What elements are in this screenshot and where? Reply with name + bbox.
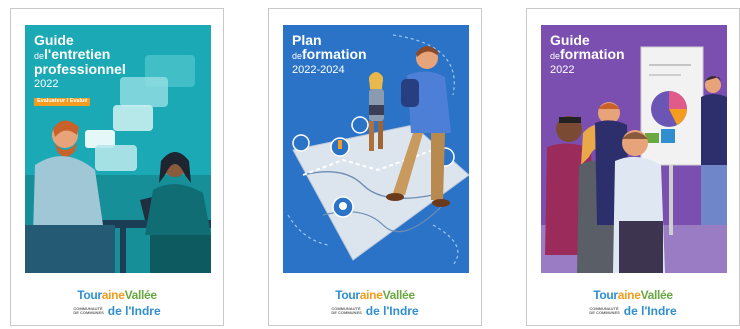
cover-title-line1: Guide [550, 32, 590, 48]
logo-text-indre: de l'Indre [365, 304, 419, 318]
logo-text-aine: aine [359, 288, 383, 302]
cover-year: 2022-2024 [292, 63, 345, 76]
logo-text-vallee: Vallée [124, 288, 158, 302]
cover-year: 2022 [34, 77, 59, 90]
logo-text-tour: Tour [593, 288, 618, 302]
cover-image-entretien[interactable]: Guide del'entretien professionnel 2022 E… [25, 25, 211, 273]
logo-subtitle: COMMUNAUTÉ DE COMMUNES [73, 306, 104, 315]
cover-title-de: de [34, 51, 45, 62]
cover-tag: Evaluateur / Evalué [34, 98, 91, 106]
cover-title-block: Guide del'entretien professionnel 2022 E… [34, 33, 126, 106]
cover-title-line2: formation [302, 46, 367, 63]
cover-card-entretien[interactable]: Guide del'entretien professionnel 2022 E… [10, 8, 224, 326]
cover-title-line3: professionnel [34, 60, 126, 77]
logo-text-vallee: Vallée [640, 288, 674, 302]
cover-card-guide-formation[interactable]: Guide deformation 2022 TouraineVallée CO… [526, 8, 740, 326]
logo-text-aine: aine [101, 288, 125, 302]
cover-title-block: Plan deformation 2022-2024 [292, 33, 367, 76]
logo-text-vallee: Vallée [382, 288, 416, 302]
logo-text-indre: de l'Indre [623, 304, 677, 318]
logo-touraine-vallee: TouraineVallée COMMUNAUTÉ DE COMMUNES de … [269, 286, 481, 318]
logo-subtitle: COMMUNAUTÉ DE COMMUNES [331, 306, 362, 315]
cover-image-guide-formation[interactable]: Guide deformation 2022 [541, 25, 727, 273]
cover-title-line1: Guide [34, 32, 74, 48]
logo-subtitle: COMMUNAUTÉ DE COMMUNES [589, 306, 620, 315]
cover-title-line2: l'entretien [44, 46, 111, 63]
cover-year: 2022 [550, 63, 575, 76]
cover-card-plan-formation[interactable]: Plan deformation 2022-2024 TouraineVallé… [268, 8, 482, 326]
cover-title-line1: Plan [292, 32, 322, 48]
cover-title-line2: formation [560, 46, 625, 63]
logo-text-indre: de l'Indre [107, 304, 161, 318]
logo-touraine-vallee: TouraineVallée COMMUNAUTÉ DE COMMUNES de … [11, 286, 223, 318]
cover-title-de: de [292, 51, 303, 62]
logo-text-tour: Tour [335, 288, 360, 302]
cover-title-block: Guide deformation 2022 [550, 33, 625, 76]
logo-touraine-vallee: TouraineVallée COMMUNAUTÉ DE COMMUNES de … [527, 286, 739, 318]
logo-text-tour: Tour [77, 288, 102, 302]
cover-title-de: de [550, 51, 561, 62]
cover-image-plan-formation[interactable]: Plan deformation 2022-2024 [283, 25, 469, 273]
logo-text-aine: aine [617, 288, 641, 302]
